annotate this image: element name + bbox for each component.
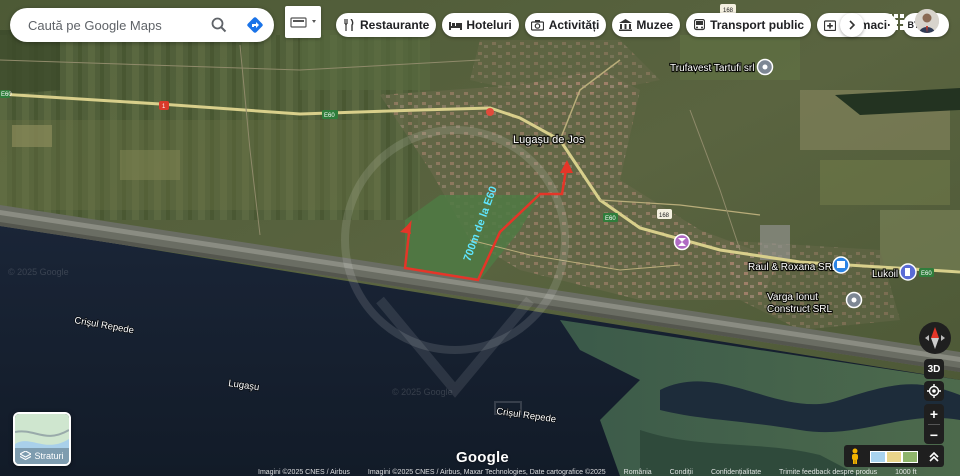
chip-public-transport[interactable]: Transport public bbox=[686, 13, 812, 37]
chip-museums[interactable]: Muzee bbox=[612, 13, 681, 37]
svg-text:168: 168 bbox=[659, 213, 670, 219]
chevron-up-icon[interactable] bbox=[928, 449, 940, 463]
road-shield-e60-mid: E60 bbox=[322, 110, 338, 119]
svg-text:Trufavest Tartufi srl: Trufavest Tartufi srl bbox=[670, 63, 754, 74]
search-input[interactable] bbox=[26, 16, 210, 34]
road-shield-e60-town: E60 bbox=[603, 213, 618, 222]
pharmacy-icon bbox=[823, 18, 837, 32]
chevron-right-icon bbox=[849, 20, 856, 30]
layers-icon bbox=[20, 451, 32, 461]
museum-icon bbox=[618, 18, 632, 32]
my-location-button[interactable] bbox=[924, 381, 944, 401]
input-tools-button[interactable] bbox=[285, 6, 321, 38]
bus-icon bbox=[692, 18, 706, 32]
imagery-thumb-3[interactable] bbox=[902, 451, 918, 463]
svg-text:Varga Ionut: Varga Ionut bbox=[767, 292, 818, 303]
layers-label: Straturi bbox=[15, 448, 69, 464]
camera-icon bbox=[531, 18, 545, 32]
view-3d-button[interactable]: 3D bbox=[924, 359, 944, 379]
zoom-out-button[interactable]: − bbox=[930, 426, 938, 444]
svg-text:E60: E60 bbox=[605, 216, 616, 222]
imagery-watermark-2: © 2025 Google bbox=[392, 387, 453, 397]
zoom-in-button[interactable]: + bbox=[930, 405, 938, 423]
svg-text:Construct SRL: Construct SRL bbox=[767, 304, 832, 315]
svg-text:Lukoil: Lukoil bbox=[872, 269, 898, 280]
directions-icon[interactable] bbox=[245, 15, 265, 35]
shopping-cart-icon bbox=[837, 261, 845, 268]
svg-text:E60: E60 bbox=[921, 271, 932, 277]
chip-activities[interactable]: Activități bbox=[524, 13, 607, 37]
account-avatar[interactable] bbox=[915, 9, 939, 33]
pin-icon bbox=[851, 297, 857, 303]
satellite-map[interactable]: E60 1 E60 168 E60 168 E60 700m de la E60… bbox=[0, 0, 960, 476]
road-shield-e60-east: E60 bbox=[919, 268, 934, 277]
my-location-icon bbox=[927, 384, 941, 398]
layers-button[interactable]: Straturi bbox=[13, 412, 71, 466]
search-box[interactable] bbox=[10, 8, 274, 42]
chevron-down-icon bbox=[312, 20, 316, 23]
chip-restaurants[interactable]: Restaurante bbox=[336, 13, 437, 37]
google-apps-icon[interactable] bbox=[886, 12, 906, 32]
imagery-thumb-2[interactable] bbox=[886, 451, 902, 463]
compass-icon bbox=[925, 327, 945, 349]
compass-button[interactable] bbox=[919, 322, 951, 354]
road-junction-marker bbox=[486, 108, 494, 116]
road-shield-168-town: 168 bbox=[657, 209, 672, 219]
chips-scroll-next-button[interactable] bbox=[840, 13, 864, 37]
fuel-pump-icon bbox=[905, 268, 910, 276]
zoom-controls: + − bbox=[924, 404, 944, 444]
attribution-bar: Imagini ©2025 CNES / Airbus Imagini ©202… bbox=[258, 469, 917, 476]
search-icon[interactable] bbox=[209, 15, 229, 35]
scale-bar[interactable]: 1000 ft bbox=[895, 469, 916, 476]
poi-museum[interactable] bbox=[673, 233, 691, 251]
road-shield-e60-west: E60 bbox=[0, 90, 12, 98]
keyboard-icon bbox=[290, 17, 316, 28]
svg-text:E60: E60 bbox=[324, 113, 335, 119]
pin-icon bbox=[762, 64, 768, 70]
svg-text:E60: E60 bbox=[1, 92, 12, 98]
bottom-map-toolbar bbox=[844, 445, 944, 467]
fork-knife-icon bbox=[342, 18, 356, 32]
google-logo: Google bbox=[456, 449, 509, 466]
imagery-watermark: © 2025 Google bbox=[8, 267, 69, 277]
zoom-divider bbox=[928, 423, 940, 425]
bed-icon bbox=[448, 18, 462, 32]
imagery-thumb-1[interactable] bbox=[870, 451, 886, 463]
svg-text:Raul & Roxana SRL: Raul & Roxana SRL bbox=[748, 262, 838, 273]
road-shield-1: 1 bbox=[159, 101, 169, 110]
town-label[interactable]: Lugașu de Jos bbox=[512, 133, 586, 147]
chip-hotels[interactable]: Hoteluri bbox=[442, 13, 519, 37]
pegman-icon[interactable] bbox=[848, 448, 862, 464]
